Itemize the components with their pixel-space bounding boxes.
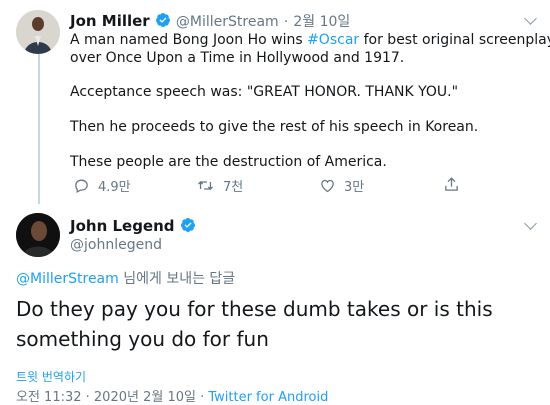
- retweet-icon: [197, 181, 214, 190]
- retweet-button[interactable]: 7천: [196, 176, 243, 195]
- share-button[interactable]: [443, 176, 468, 193]
- tweet1-paragraph2: Acceptance speech was: "GREAT HONOR. THA…: [70, 84, 459, 100]
- chevron-down-icon[interactable]: [524, 217, 537, 230]
- author-name[interactable]: Jon Miller: [70, 12, 150, 30]
- reply-context: @MillerStream 님에게 보내는 답글: [16, 271, 236, 287]
- avatar-image: [16, 10, 60, 54]
- tweet-date[interactable]: 2월 10일: [293, 14, 350, 30]
- tweet1-body: A man named Bong Joon Ho wins #Oscar for…: [70, 31, 550, 171]
- separator: ·: [283, 14, 289, 30]
- avatar-image: [16, 213, 60, 257]
- reply-button[interactable]: 4.9만: [73, 176, 131, 195]
- author-handle[interactable]: @johnlegend: [70, 237, 162, 253]
- share-icon: [445, 177, 458, 191]
- source-link[interactable]: Twitter for Android: [208, 390, 328, 405]
- tweet1-paragraph3: Then he proceeds to give the rest of his…: [70, 119, 479, 135]
- tweet2-text: Do they pay you for these dumb takes or …: [16, 294, 493, 354]
- reply-icon: [75, 179, 88, 193]
- thread-line: [38, 54, 40, 204]
- author-name[interactable]: John Legend: [70, 217, 175, 235]
- john-legend-avatar[interactable]: [16, 213, 60, 257]
- retweet-count: 7천: [223, 180, 244, 195]
- like-count: 3만: [344, 180, 365, 195]
- tweet2-timestamp: 오전 11:32 · 2020년 2월 10일 · Twitter for An…: [16, 386, 328, 405]
- heart-icon: [321, 179, 334, 193]
- reply-to-handle[interactable]: @MillerStream: [16, 271, 119, 287]
- jon-miller-avatar[interactable]: [16, 10, 60, 54]
- timestamp-text[interactable]: 오전 11:32 · 2020년 2월 10일 ·: [16, 390, 208, 405]
- tweet2-header: John Legend: [70, 216, 196, 235]
- hashtag-link[interactable]: #Oscar: [307, 32, 359, 48]
- chevron-down-icon[interactable]: [524, 12, 537, 25]
- verified-badge-icon: [155, 13, 170, 27]
- tweet1-line2: over Once Upon a Time in Hollywood and 1…: [70, 50, 405, 66]
- tweet2-line2: something you do for fun: [16, 327, 269, 351]
- author-handle[interactable]: @MillerStream: [176, 14, 279, 30]
- tweet1-paragraph4: These people are the destruction of Amer…: [70, 154, 387, 170]
- verified-badge-icon: [180, 218, 195, 232]
- tweet2-line1: Do they pay you for these dumb takes or …: [16, 297, 493, 321]
- reply-count: 4.9만: [98, 180, 131, 195]
- tweet1-line1: A man named Bong Joon Ho wins #Oscar for…: [70, 32, 550, 48]
- translate-tweet-link[interactable]: 트윗 번역하기: [16, 368, 86, 385]
- tweet1-header: Jon Miller @MillerStream · 2월 10일: [70, 11, 350, 31]
- like-button[interactable]: 3만: [319, 176, 364, 195]
